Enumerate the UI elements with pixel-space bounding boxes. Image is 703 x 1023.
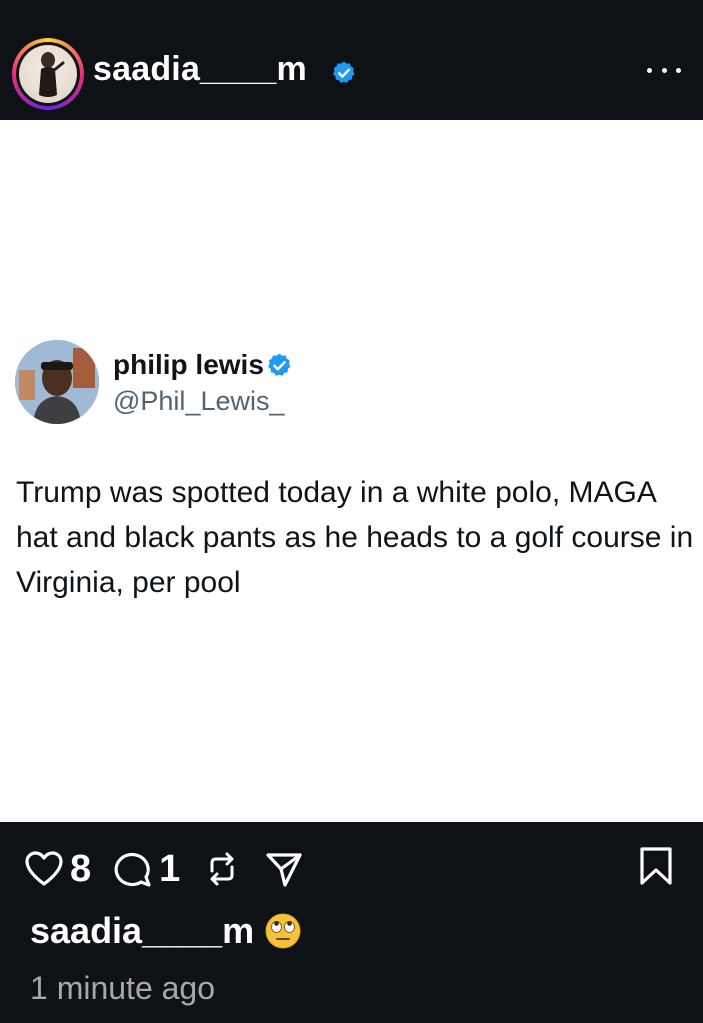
comment-icon — [114, 852, 151, 887]
tweet-display-name: philip lewis — [113, 349, 264, 380]
post-footer: 8 1 saadia____m 1 minute ago — [0, 822, 703, 1023]
avatar-figure-icon — [39, 52, 65, 97]
like-count: 8 — [70, 847, 92, 890]
bookmark-button[interactable] — [639, 846, 673, 891]
like-button[interactable]: 8 — [24, 848, 91, 891]
repost-icon — [210, 852, 234, 886]
post-header: saadia____m — [0, 0, 703, 120]
verified-badge-icon — [333, 61, 355, 83]
post-username[interactable]: saadia____m — [93, 50, 307, 89]
more-dot — [661, 67, 667, 73]
tweet-author-avatar — [15, 340, 99, 424]
tweet-avatar-figure-icon — [15, 340, 99, 424]
heart-icon — [25, 851, 63, 886]
action-bar: 8 1 — [24, 847, 326, 891]
more-dot — [676, 67, 681, 73]
avatar-photo — [19, 45, 77, 103]
repost-button[interactable] — [202, 849, 242, 889]
post-timestamp: 1 minute ago — [30, 970, 216, 1006]
face-with-rolling-eyes-icon — [265, 913, 301, 949]
caption: saadia____m — [30, 910, 302, 952]
tweet-text: Trump was spotted today in a white polo,… — [16, 476, 694, 599]
more-options-icon[interactable] — [647, 58, 681, 82]
share-button[interactable] — [264, 849, 304, 889]
more-dot — [647, 67, 652, 73]
tweet-handle: @Phil_Lewis_ — [113, 386, 285, 416]
caption-username[interactable]: saadia____m — [30, 910, 254, 952]
comment-button[interactable]: 1 — [113, 848, 180, 891]
post-image-tweet-card[interactable]: philip lewis @Phil_Lewis_ Trump was spot… — [0, 120, 703, 822]
comment-count: 1 — [159, 847, 181, 890]
avatar-ring-inner — [16, 42, 80, 106]
share-icon — [266, 853, 302, 887]
profile-avatar[interactable] — [12, 38, 84, 110]
tweet-verified-badge-icon — [268, 353, 291, 376]
bookmark-icon — [640, 847, 672, 885]
